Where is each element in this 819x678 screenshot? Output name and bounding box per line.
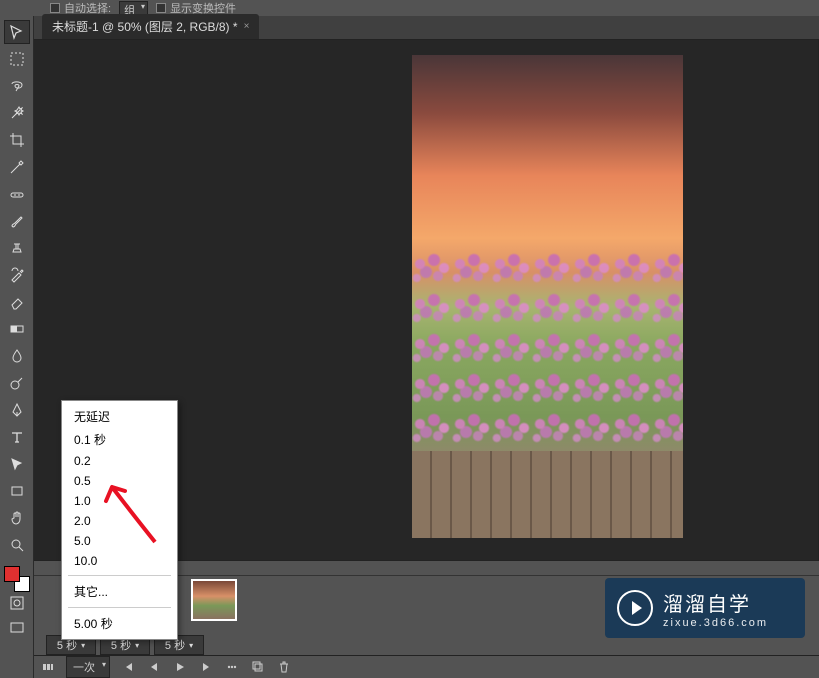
history-brush-tool[interactable]: [4, 263, 30, 287]
dodge-tool[interactable]: [4, 371, 30, 395]
quick-mask-button[interactable]: [4, 592, 30, 614]
delay-option-0-2[interactable]: 0.2: [62, 451, 177, 471]
delay-option-10-0[interactable]: 10.0: [62, 551, 177, 571]
timeline-mode-icon[interactable]: [40, 659, 56, 675]
checkbox-box: [156, 3, 166, 13]
move-tool[interactable]: [4, 20, 30, 44]
watermark-text: 溜溜自学 zixue.3d66.com: [663, 588, 768, 629]
chevron-down-icon: ▾: [81, 641, 85, 650]
hand-tool[interactable]: [4, 506, 30, 530]
loop-label: 一次: [73, 662, 95, 674]
brush-tool[interactable]: [4, 209, 30, 233]
watermark-badge: 溜溜自学 zixue.3d66.com: [605, 578, 805, 638]
clone-stamp-tool[interactable]: [4, 236, 30, 260]
delay-context-menu: 无延迟 0.1 秒 0.2 0.5 1.0 2.0 5.0 10.0 其它...…: [61, 400, 178, 640]
delay-option-current[interactable]: 5.00 秒: [62, 612, 177, 635]
frame-thumb[interactable]: [192, 580, 236, 620]
menu-separator: [68, 575, 171, 576]
canvas-image: [412, 55, 683, 538]
watermark-title: 溜溜自学: [663, 588, 768, 617]
foreground-swatch[interactable]: [4, 566, 20, 582]
menu-separator: [68, 607, 171, 608]
document-tabs: 未标题-1 @ 50% (图层 2, RGB/8) * ×: [34, 16, 819, 40]
delay-option-1-0[interactable]: 1.0: [62, 491, 177, 511]
pen-tool[interactable]: [4, 398, 30, 422]
checkbox-box: [50, 3, 60, 13]
next-frame-button[interactable]: [198, 659, 214, 675]
delay-option-no-delay[interactable]: 无延迟: [62, 405, 177, 428]
play-icon: [617, 590, 653, 626]
close-icon[interactable]: ×: [244, 21, 250, 32]
target-select[interactable]: 组: [119, 1, 148, 15]
healing-brush-tool[interactable]: [4, 182, 30, 206]
chevron-down-icon: ▾: [135, 641, 139, 650]
screen-mode-button[interactable]: [4, 617, 30, 639]
color-swatches[interactable]: [4, 566, 30, 592]
duplicate-frame-button[interactable]: [250, 659, 266, 675]
chevron-down-icon: ▾: [189, 641, 193, 650]
magic-wand-tool[interactable]: [4, 101, 30, 125]
timeline-controls: 一次: [34, 655, 819, 678]
document-tab-title: 未标题-1 @ 50% (图层 2, RGB/8) *: [52, 18, 238, 35]
prev-frame-button[interactable]: [146, 659, 162, 675]
frame-1[interactable]: [192, 580, 236, 620]
zoom-tool[interactable]: [4, 533, 30, 557]
marquee-tool[interactable]: [4, 47, 30, 71]
eraser-tool[interactable]: [4, 290, 30, 314]
delay-option-2-0[interactable]: 2.0: [62, 511, 177, 531]
delay-option-other[interactable]: 其它...: [62, 580, 177, 603]
blur-tool[interactable]: [4, 344, 30, 368]
tool-palette: [0, 16, 34, 678]
first-frame-button[interactable]: [120, 659, 136, 675]
crop-tool[interactable]: [4, 128, 30, 152]
lasso-tool[interactable]: [4, 74, 30, 98]
document-tab[interactable]: 未标题-1 @ 50% (图层 2, RGB/8) * ×: [42, 14, 259, 39]
delay-option-0-5[interactable]: 0.5: [62, 471, 177, 491]
eyedropper-tool[interactable]: [4, 155, 30, 179]
watermark-url: zixue.3d66.com: [663, 617, 768, 629]
path-select-tool[interactable]: [4, 452, 30, 476]
play-button[interactable]: [172, 659, 188, 675]
loop-select[interactable]: 一次: [66, 656, 110, 678]
tween-button[interactable]: [224, 659, 240, 675]
gradient-tool[interactable]: [4, 317, 30, 341]
delete-frame-button[interactable]: [276, 659, 292, 675]
delay-option-5-0[interactable]: 5.0: [62, 531, 177, 551]
delay-option-0-1[interactable]: 0.1 秒: [62, 428, 177, 451]
type-tool[interactable]: [4, 425, 30, 449]
rectangle-shape-tool[interactable]: [4, 479, 30, 503]
